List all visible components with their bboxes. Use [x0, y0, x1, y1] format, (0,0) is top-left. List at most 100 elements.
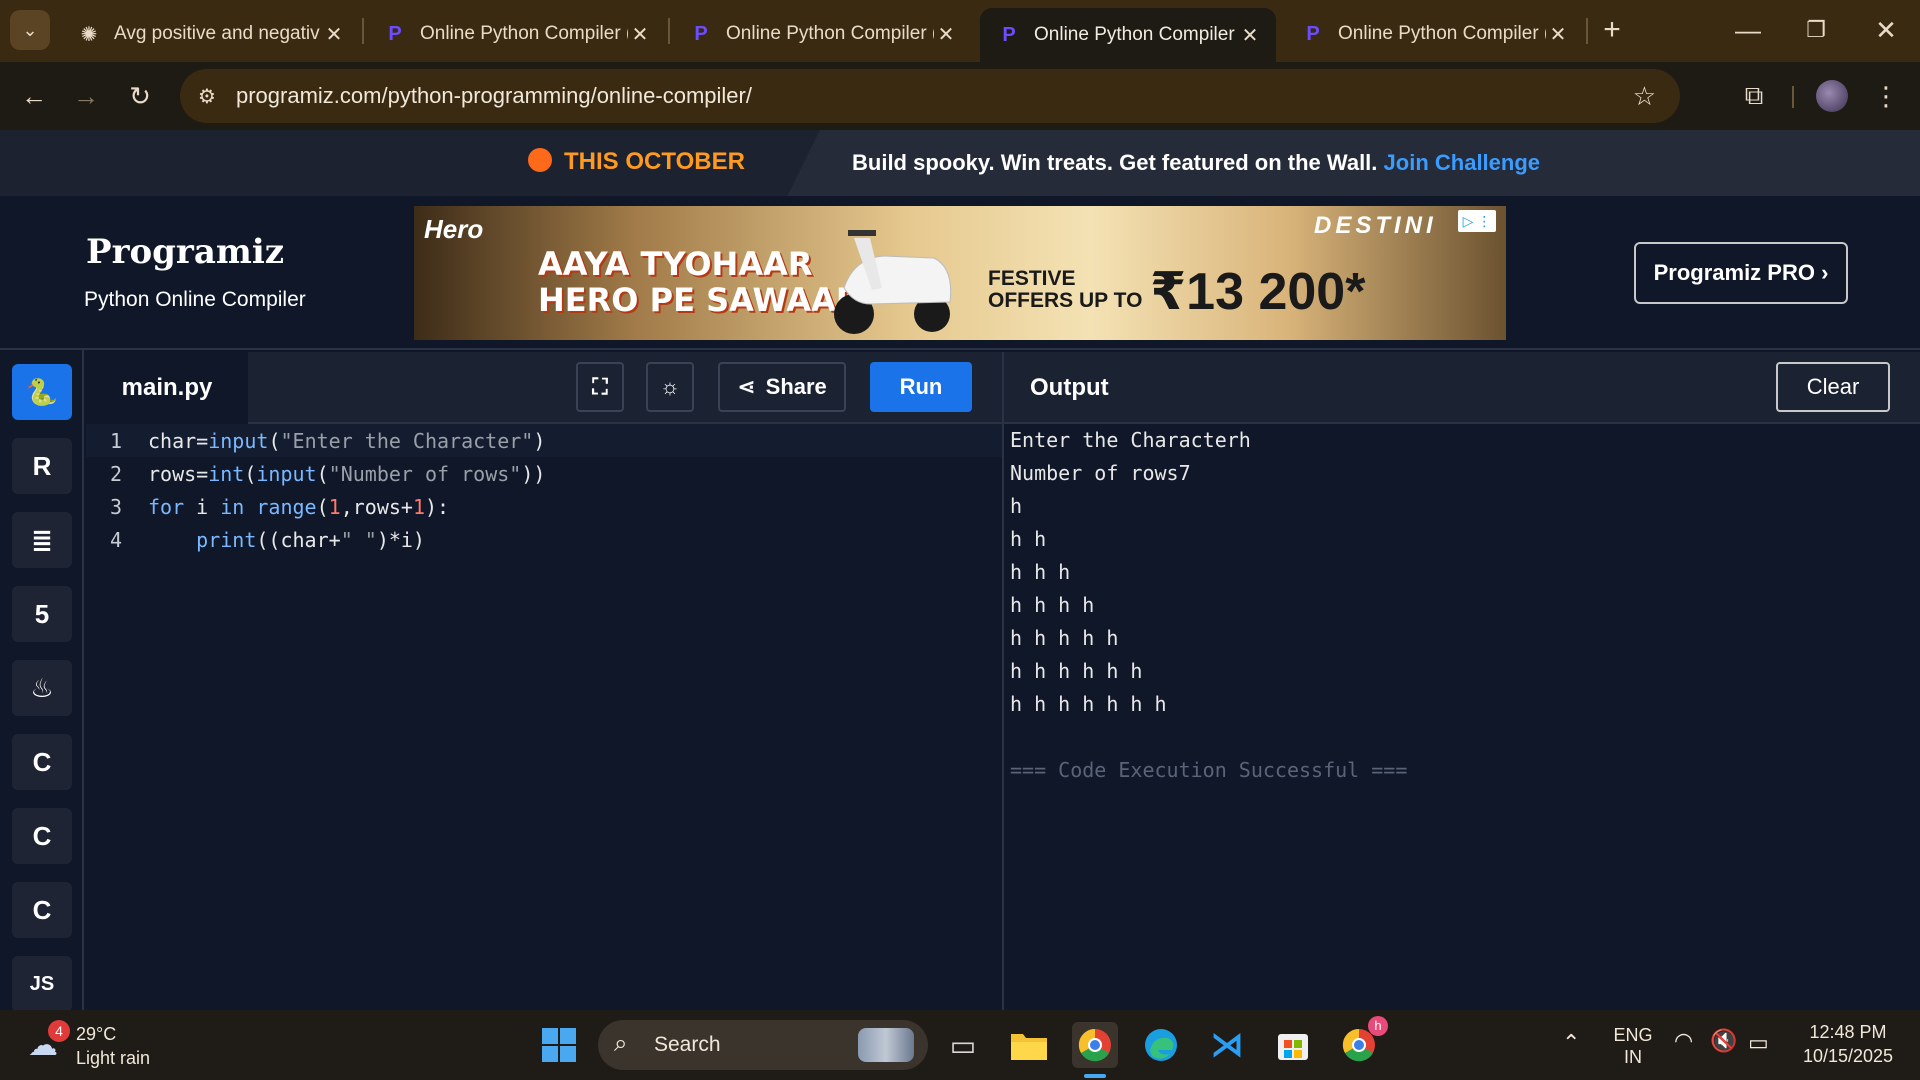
browser-tab[interactable]: P Online Python Compiler ( ✕	[366, 10, 666, 58]
code-line[interactable]: 3 for i in range(1,rows+1):	[86, 490, 1002, 523]
fullscreen-button[interactable]: ⛶	[576, 362, 624, 412]
output-line: h h h	[1010, 560, 1071, 584]
browser-tab[interactable]: P Online Python Compiler ( ✕	[1284, 10, 1584, 58]
chrome-taskbar-icon[interactable]	[1072, 1022, 1118, 1068]
extensions-icon[interactable]: ⧉	[1734, 76, 1774, 116]
toolbar-separator	[1792, 86, 1794, 108]
file-tab-main-py[interactable]: main.py	[86, 352, 248, 424]
output-console[interactable]: Enter the Characterh Number of rows7 h h…	[1002, 424, 1920, 1010]
output-line: h h h h h h h	[1010, 692, 1167, 716]
join-challenge-link[interactable]: Join Challenge	[1384, 150, 1540, 175]
cpp-icon: C	[32, 820, 52, 851]
ad-brand-left: Hero	[424, 214, 484, 244]
taskbar-search[interactable]: ⌕ Search	[598, 1020, 928, 1070]
output-line: h h	[1010, 527, 1047, 551]
output-line: h h h h h h	[1010, 659, 1143, 683]
c-icon: C	[32, 746, 52, 777]
weather-badge: 4	[48, 1020, 70, 1042]
browser-tab[interactable]: P Online Python Compiler ( ✕	[672, 10, 972, 58]
browser-toolbar: ← → ↻ ⚙ programiz.com/python-programming…	[0, 62, 1920, 130]
advertisement-banner[interactable]: Hero AAYA TYOHAAR HERO PE SAWAAR FESTIVE…	[414, 206, 1506, 340]
wifi-icon[interactable]: ◠	[1674, 1028, 1693, 1054]
edge-icon[interactable]	[1138, 1022, 1184, 1068]
share-icon: ⋖	[737, 374, 756, 399]
active-app-indicator	[1084, 1074, 1106, 1078]
csharp-icon: C	[32, 894, 52, 925]
vscode-icon[interactable]: ⋊	[1204, 1022, 1250, 1068]
site-settings-icon[interactable]: ⚙	[198, 84, 216, 109]
forward-arrow-icon[interactable]: →	[66, 76, 106, 116]
battery-icon[interactable]: ▭	[1748, 1030, 1769, 1056]
programiz-favicon-icon: P	[694, 22, 708, 45]
sidebar-item-html[interactable]: 5	[12, 586, 72, 642]
new-tab-icon[interactable]: +	[1592, 10, 1632, 50]
programiz-pro-button[interactable]: Programiz PRO ›	[1634, 242, 1848, 304]
windows-start-icon[interactable]	[536, 1022, 582, 1068]
file-explorer-icon[interactable]	[1006, 1022, 1052, 1068]
close-tab-icon[interactable]: ✕	[628, 22, 652, 47]
code-line[interactable]: 2 rows=int(input("Number of rows"))	[86, 457, 1002, 490]
chrome-profile-taskbar-icon[interactable]: h	[1336, 1016, 1388, 1068]
sidebar-item-c[interactable]: C	[12, 734, 72, 790]
close-window-icon[interactable]: ✕	[1866, 10, 1906, 50]
programiz-favicon-icon: P	[388, 22, 402, 45]
code-line[interactable]: 4 print((char+" ")*i)	[86, 523, 1002, 556]
clear-button[interactable]: Clear	[1776, 362, 1890, 412]
browser-menu-icon[interactable]: ⋮	[1866, 76, 1906, 116]
task-view-icon[interactable]: ▭	[940, 1022, 986, 1068]
volume-muted-icon[interactable]: 🔇	[1710, 1028, 1737, 1054]
weather-desc: Light rain	[76, 1048, 151, 1068]
address-bar[interactable]: ⚙ programiz.com/python-programming/onlin…	[180, 69, 1680, 123]
fullscreen-icon: ⛶	[592, 374, 608, 399]
theme-toggle-button[interactable]: ☼	[646, 362, 694, 412]
ad-brand-right: DESTINI	[1314, 212, 1437, 239]
bookmark-star-icon[interactable]: ☆	[1633, 81, 1656, 112]
sidebar-item-python[interactable]: 🐍	[12, 364, 72, 420]
adchoices-icon[interactable]: ▷ ⋮	[1458, 210, 1496, 232]
line-number: 3	[109, 494, 122, 519]
windows-logo-icon	[542, 1028, 576, 1062]
database-icon: ≣	[31, 524, 53, 555]
browser-tab-active[interactable]: P Online Python Compiler ( ✕	[980, 8, 1276, 62]
tab-list-button[interactable]: ⌄	[10, 10, 50, 50]
close-tab-icon[interactable]: ✕	[1546, 22, 1570, 47]
editor-toolbar: main.py ⛶ ☼ ⋖ Share Run	[86, 352, 1002, 424]
reload-icon[interactable]: ↻	[120, 76, 160, 116]
language-indicator[interactable]: ENG IN	[1610, 1024, 1656, 1068]
weather-widget[interactable]: ☁ 4 29°C Light rain	[24, 1020, 184, 1070]
java-icon: ♨	[30, 672, 54, 703]
programiz-logo[interactable]: Programiz	[86, 232, 284, 272]
clock-date: 10/15/2025	[1802, 1046, 1894, 1066]
sidebar-item-cpp[interactable]: C	[12, 808, 72, 864]
sidebar-item-java[interactable]: ♨	[12, 660, 72, 716]
line-number: 4	[109, 527, 122, 552]
share-button[interactable]: ⋖ Share	[718, 362, 846, 412]
microsoft-store-icon[interactable]	[1270, 1022, 1316, 1068]
show-hidden-icons[interactable]: ⌃	[1562, 1030, 1580, 1056]
ad-slogan: AAYA TYOHAAR HERO PE SAWAAR	[538, 245, 861, 319]
clock[interactable]: 12:48 PM 10/15/2025	[1790, 1020, 1906, 1068]
run-button[interactable]: Run	[870, 362, 972, 412]
tab-separator	[362, 18, 364, 44]
profile-avatar[interactable]	[1816, 80, 1848, 112]
minimize-window-icon[interactable]: —	[1728, 10, 1768, 50]
code-editor[interactable]: 1 char=input("Enter the Character") 2 ro…	[86, 424, 1002, 1010]
close-tab-icon[interactable]: ✕	[934, 22, 958, 47]
close-tab-icon[interactable]: ✕	[322, 22, 346, 47]
sidebar-item-javascript[interactable]: JS	[12, 956, 72, 1012]
browser-tab[interactable]: ✺ Avg positive and negativ ✕	[60, 10, 360, 58]
folder-icon	[1011, 1034, 1047, 1060]
output-line: h h h h h	[1010, 626, 1119, 650]
scooter-image	[834, 230, 952, 334]
sidebar-item-csharp[interactable]: C	[12, 882, 72, 938]
promo-headline: THIS OCTOBER	[564, 148, 745, 175]
site-header: Programiz Python Online Compiler Hero AA…	[0, 196, 1920, 350]
code-line[interactable]: 1 char=input("Enter the Character")	[86, 424, 1002, 457]
back-arrow-icon[interactable]: ←	[14, 76, 54, 116]
sidebar-item-sql[interactable]: ≣	[12, 512, 72, 568]
close-tab-icon[interactable]: ✕	[1238, 23, 1262, 48]
sidebar-item-r[interactable]: R	[12, 438, 72, 494]
restore-window-icon[interactable]: ❐	[1796, 10, 1836, 50]
search-icon: ⌕	[614, 1030, 628, 1057]
output-line: h h h h	[1010, 593, 1095, 617]
